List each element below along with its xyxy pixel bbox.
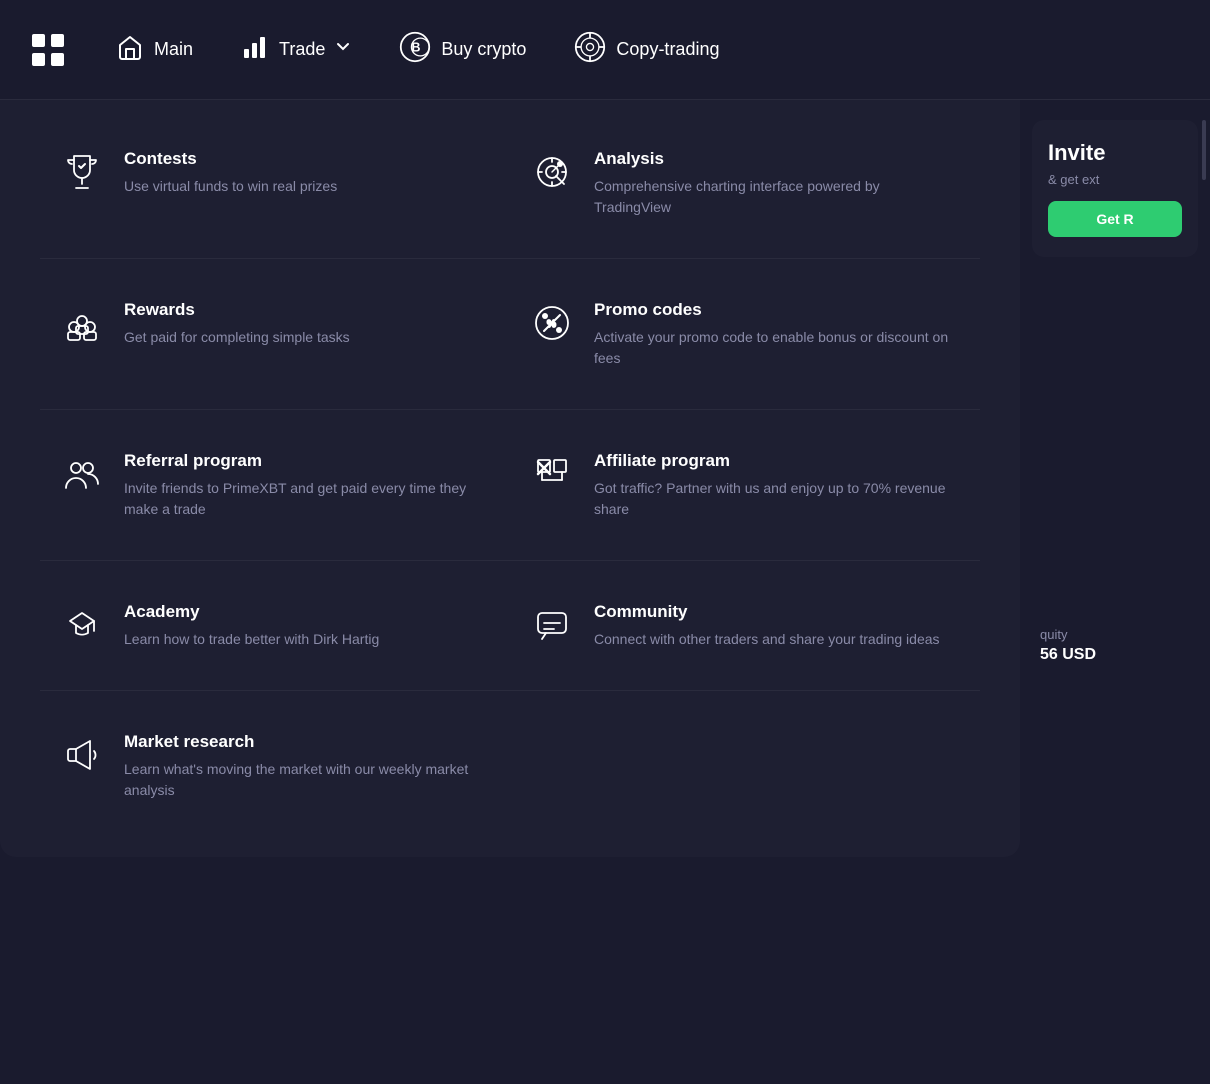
- nav-main-label: Main: [154, 39, 193, 60]
- rewards-text: Rewards Get paid for completing simple t…: [124, 299, 350, 348]
- academy-icon: [60, 603, 104, 647]
- menu-item-rewards[interactable]: Rewards Get paid for completing simple t…: [40, 283, 510, 385]
- academy-title: Academy: [124, 601, 379, 623]
- promo-icon: %: [530, 301, 574, 345]
- menu-item-promo-codes[interactable]: % Promo codes Activate your promo code t…: [510, 283, 980, 385]
- market-research-desc: Learn what's moving the market with our …: [124, 759, 490, 801]
- referral-title: Referral program: [124, 450, 490, 472]
- analysis-text: Analysis Comprehensive charting interfac…: [594, 148, 960, 218]
- menu-item-referral[interactable]: Referral program Invite friends to Prime…: [40, 434, 510, 536]
- home-icon: [116, 33, 144, 66]
- invite-card: Invite & get ext Get R: [1032, 120, 1198, 257]
- menu-item-affiliate[interactable]: Affiliate program Got traffic? Partner w…: [510, 434, 980, 536]
- copy-trading-icon: [574, 31, 606, 68]
- get-button[interactable]: Get R: [1048, 201, 1182, 237]
- analysis-title: Analysis: [594, 148, 960, 170]
- app-logo[interactable]: [24, 26, 72, 74]
- chart-icon: [241, 33, 269, 66]
- promo-desc: Activate your promo code to enable bonus…: [594, 327, 960, 369]
- divider-4: [40, 690, 980, 691]
- rewards-desc: Get paid for completing simple tasks: [124, 327, 350, 348]
- contests-title: Contests: [124, 148, 337, 170]
- scrollbar-thumb[interactable]: [1202, 120, 1206, 180]
- promo-title: Promo codes: [594, 299, 960, 321]
- megaphone-icon: [60, 733, 104, 777]
- academy-desc: Learn how to trade better with Dirk Hart…: [124, 629, 379, 650]
- academy-text: Academy Learn how to trade better with D…: [124, 601, 379, 650]
- equity-value: 56 USD: [1040, 646, 1190, 664]
- affiliate-text: Affiliate program Got traffic? Partner w…: [594, 450, 960, 520]
- promo-text: Promo codes Activate your promo code to …: [594, 299, 960, 369]
- svg-text:%: %: [547, 319, 556, 330]
- referral-desc: Invite friends to PrimeXBT and get paid …: [124, 478, 490, 520]
- affiliate-desc: Got traffic? Partner with us and enjoy u…: [594, 478, 960, 520]
- divider-3: [40, 560, 980, 561]
- buy-crypto-icon: B: [399, 31, 431, 68]
- contests-text: Contests Use virtual funds to win real p…: [124, 148, 337, 197]
- divider-2: [40, 409, 980, 410]
- chevron-down-icon: [335, 39, 351, 60]
- empty-cell: [510, 715, 980, 817]
- rewards-icon: [60, 301, 104, 345]
- market-research-title: Market research: [124, 731, 490, 753]
- affiliate-icon: [530, 452, 574, 496]
- dropdown-grid: Contests Use virtual funds to win real p…: [40, 132, 980, 817]
- invite-subtitle: & get ext: [1048, 172, 1182, 187]
- right-sidebar: Invite & get ext Get R quity 56 USD: [1020, 100, 1210, 1084]
- menu-item-community[interactable]: Community Connect with other traders and…: [510, 585, 980, 666]
- equity-section: quity 56 USD: [1020, 607, 1210, 684]
- referral-text: Referral program Invite friends to Prime…: [124, 450, 490, 520]
- menu-item-analysis[interactable]: Analysis Comprehensive charting interfac…: [510, 132, 980, 234]
- nav-trade-label: Trade: [279, 39, 325, 60]
- rewards-title: Rewards: [124, 299, 350, 321]
- contests-desc: Use virtual funds to win real prizes: [124, 176, 337, 197]
- nav-item-main[interactable]: Main: [96, 23, 213, 76]
- community-icon: [530, 603, 574, 647]
- equity-label: quity: [1040, 627, 1190, 642]
- nav-item-trade[interactable]: Trade: [221, 23, 371, 76]
- referral-icon: [60, 452, 104, 496]
- nav-buy-crypto-label: Buy crypto: [441, 39, 526, 60]
- trophy-icon: [60, 150, 104, 194]
- divider-1: [40, 258, 980, 259]
- analysis-icon: [530, 150, 574, 194]
- menu-item-academy[interactable]: Academy Learn how to trade better with D…: [40, 585, 510, 666]
- nav-item-buy-crypto[interactable]: B Buy crypto: [379, 21, 546, 78]
- nav-item-copy-trading[interactable]: Copy-trading: [554, 21, 739, 78]
- dropdown-panel: Contests Use virtual funds to win real p…: [0, 100, 1020, 857]
- community-title: Community: [594, 601, 940, 623]
- analysis-desc: Comprehensive charting interface powered…: [594, 176, 960, 218]
- affiliate-title: Affiliate program: [594, 450, 960, 472]
- market-research-text: Market research Learn what's moving the …: [124, 731, 490, 801]
- navbar: Main Trade B Buy crypto: [0, 0, 1210, 100]
- menu-item-market-research[interactable]: Market research Learn what's moving the …: [40, 715, 510, 817]
- menu-item-contests[interactable]: Contests Use virtual funds to win real p…: [40, 132, 510, 234]
- community-text: Community Connect with other traders and…: [594, 601, 940, 650]
- community-desc: Connect with other traders and share you…: [594, 629, 940, 650]
- invite-title: Invite: [1048, 140, 1182, 166]
- nav-copy-trading-label: Copy-trading: [616, 39, 719, 60]
